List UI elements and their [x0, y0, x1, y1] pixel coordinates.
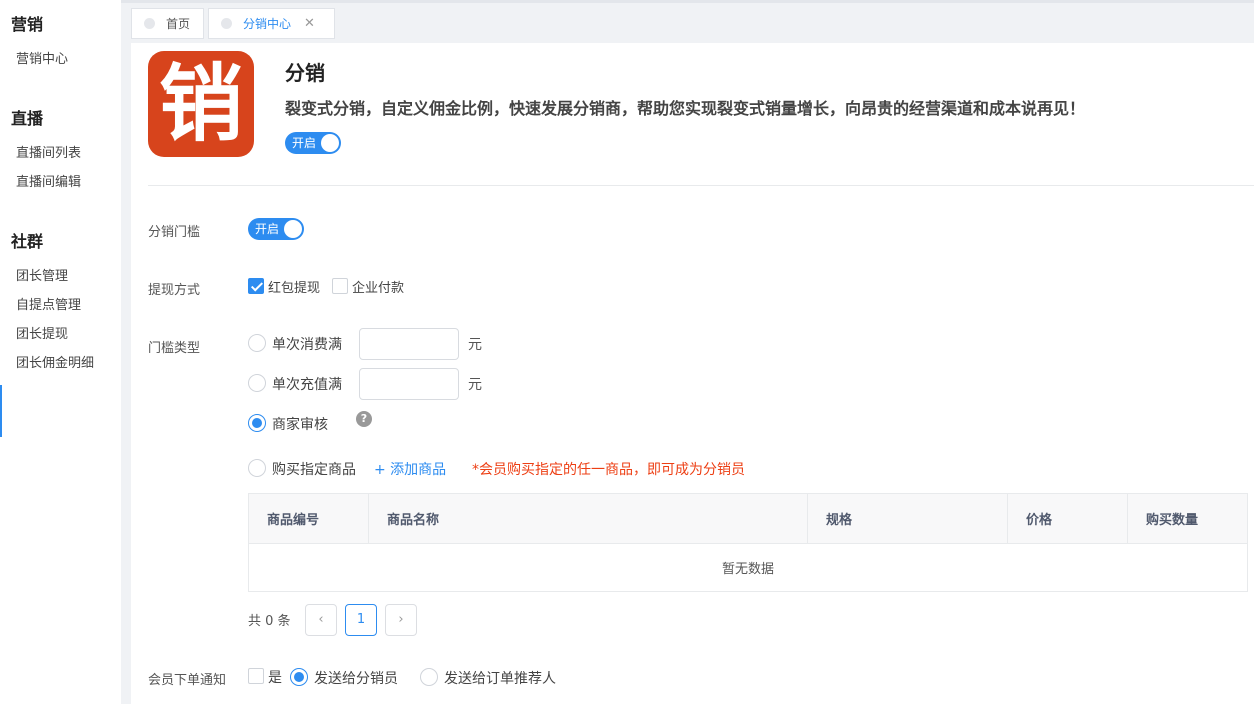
column-product-id: 商品编号: [249, 494, 369, 543]
app-logo-char: 销: [158, 55, 243, 153]
tab-distribution-label: 分销中心: [243, 17, 292, 31]
add-product-link[interactable]: + 添加商品: [374, 459, 446, 479]
single-recharge-input[interactable]: [359, 368, 459, 400]
withdraw-redpacket-label: 红包提现: [268, 281, 321, 296]
threshold-switch[interactable]: 开启: [248, 218, 304, 240]
pager-prev-button[interactable]: ‹: [305, 604, 337, 636]
withdraw-enterprise-label: 企业付款: [352, 281, 405, 296]
page-description: 裂变式分销，自定义佣金比例，快速发展分销商，帮助您实现裂变式销量增长，向昂贵的经…: [285, 99, 1086, 118]
tab-dot-icon: [144, 18, 155, 29]
divider: [148, 185, 1254, 186]
pager-next-button[interactable]: ›: [385, 604, 417, 636]
sidebar-group-marketing: 营销: [11, 15, 44, 34]
column-spec: 规格: [808, 494, 1008, 543]
main-content: 销 分销 裂变式分销，自定义佣金比例，快速发展分销商，帮助您实现裂变式销量增长，…: [131, 43, 1254, 704]
switch-label: 开启: [255, 222, 280, 236]
switch-knob: [321, 134, 339, 152]
switch-knob: [284, 220, 302, 238]
merchant-review-radio[interactable]: [248, 414, 266, 432]
withdraw-label: 提现方式: [148, 283, 201, 298]
single-spend-input[interactable]: [359, 328, 459, 360]
sidebar-item-leader-withdraw[interactable]: 团长提现: [16, 323, 68, 342]
sidebar: 营销 营销中心 直播 直播间列表 直播间编辑 社群 团长管理 自提点管理 团长提…: [0, 0, 121, 704]
single-spend-unit: 元: [468, 337, 482, 353]
single-spend-radio[interactable]: [248, 334, 266, 352]
notify-distributor-radio[interactable]: [290, 668, 308, 686]
app-enable-switch[interactable]: 开启: [285, 132, 341, 154]
notify-referrer-label: 发送给订单推荐人: [444, 671, 556, 687]
single-recharge-label: 单次充值满: [272, 377, 342, 393]
sidebar-item-live-list[interactable]: 直播间列表: [16, 142, 81, 161]
table-header: 商品编号 商品名称 规格 价格 购买数量: [249, 494, 1247, 544]
notify-label: 会员下单通知: [148, 673, 227, 688]
sidebar-scroll-indicator: [0, 385, 2, 437]
column-quantity: 购买数量: [1146, 513, 1199, 528]
tab-distribution-center[interactable]: 分销中心 ✕: [208, 8, 335, 39]
sidebar-group-live: 直播: [11, 109, 44, 128]
notify-distributor-label: 发送给分销员: [314, 671, 398, 687]
sidebar-item-leader-commission[interactable]: 团长佣金明细: [16, 352, 94, 371]
single-spend-label: 单次消费满: [272, 337, 342, 353]
tab-home[interactable]: 首页: [131, 8, 204, 39]
merchant-review-label: 商家审核: [272, 417, 328, 433]
notify-referrer-radio[interactable]: [420, 668, 438, 686]
table-empty-text: 暂无数据: [721, 562, 774, 577]
app-logo: 销: [148, 51, 254, 157]
switch-label: 开启: [292, 136, 317, 150]
column-product-name: 商品名称: [369, 494, 808, 543]
column-price: 价格: [1008, 494, 1128, 543]
pager-page-1[interactable]: 1: [345, 604, 377, 636]
tab-home-label: 首页: [166, 17, 191, 31]
tab-dot-icon: [221, 18, 232, 29]
notify-yes-label: 是: [268, 670, 282, 686]
sidebar-item-live-edit[interactable]: 直播间编辑: [16, 171, 81, 190]
sidebar-group-community: 社群: [11, 232, 44, 251]
help-icon[interactable]: ?: [356, 411, 372, 427]
threshold-type-label: 门槛类型: [148, 341, 201, 356]
withdraw-redpacket-checkbox[interactable]: [248, 278, 264, 294]
pager-total: 共 0 条: [248, 614, 291, 629]
tab-bar: 首页 分销中心 ✕: [121, 0, 1254, 43]
notify-yes-checkbox[interactable]: [248, 668, 264, 684]
threshold-label: 分销门槛: [148, 225, 201, 240]
product-table: 商品编号 商品名称 规格 价格 购买数量 暂无数据: [248, 493, 1248, 592]
buy-product-note: *会员购买指定的任一商品，即可成为分销员: [472, 462, 745, 478]
close-icon[interactable]: ✕: [304, 16, 315, 31]
sidebar-item-leader-manage[interactable]: 团长管理: [16, 265, 68, 284]
single-recharge-unit: 元: [468, 377, 482, 393]
buy-product-label: 购买指定商品: [272, 462, 356, 478]
page-title: 分销: [285, 61, 325, 85]
sidebar-item-pickup-manage[interactable]: 自提点管理: [16, 294, 81, 313]
buy-product-radio[interactable]: [248, 459, 266, 477]
single-recharge-radio[interactable]: [248, 374, 266, 392]
withdraw-enterprise-checkbox[interactable]: [332, 278, 348, 294]
sidebar-item-marketing-center[interactable]: 营销中心: [16, 48, 68, 67]
